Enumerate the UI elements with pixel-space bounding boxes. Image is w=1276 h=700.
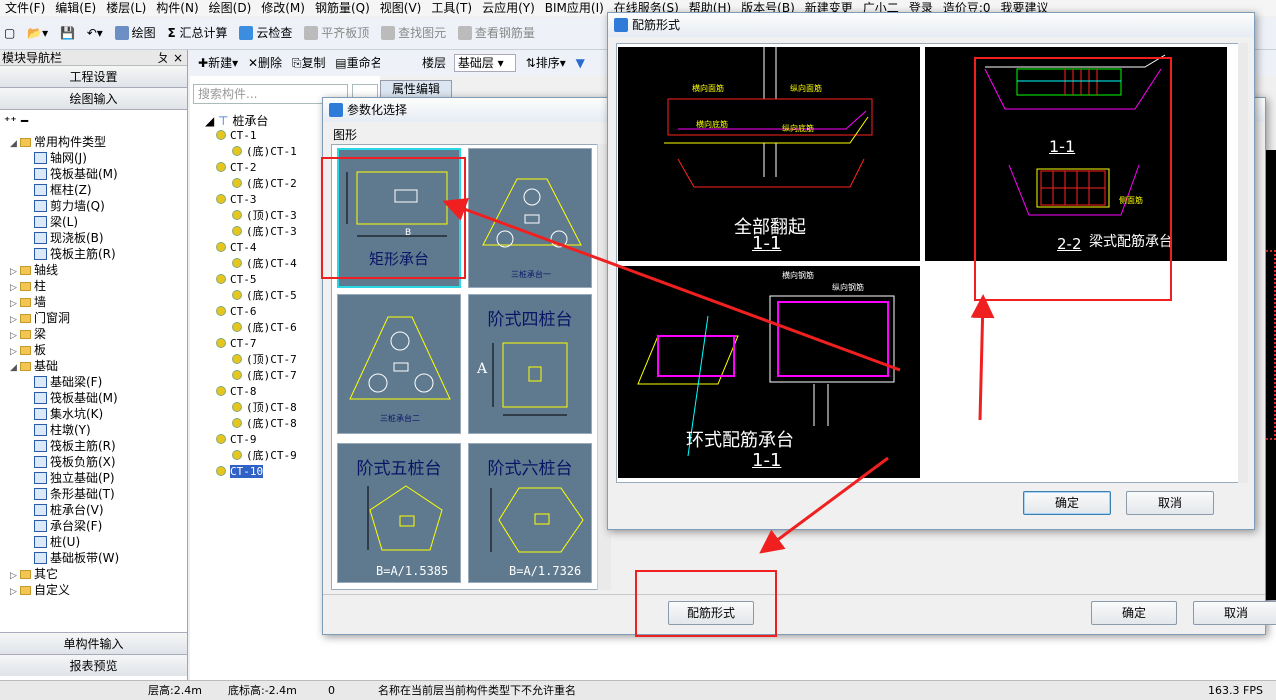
- base-elevation: 底标高:-2.4m: [228, 684, 297, 697]
- fps: 163.3 FPS: [1208, 684, 1263, 697]
- status-bar: 层高:2.4m 底标高:-2.4m 0 名称在当前层当前构件类型下不允许重名 1…: [0, 680, 1276, 700]
- floor-height: 层高:2.4m: [148, 684, 202, 697]
- annotation-arrows: [442, 197, 995, 554]
- status-message: 名称在当前层当前构件类型下不允许重名: [378, 684, 576, 697]
- status-zero: 0: [328, 684, 335, 697]
